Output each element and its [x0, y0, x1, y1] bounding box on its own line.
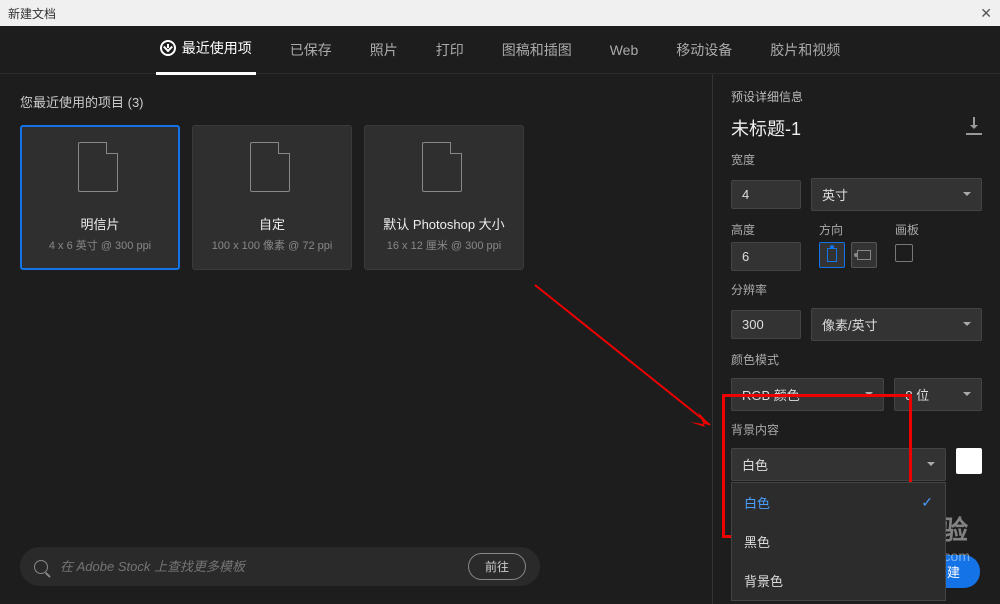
- tab-label: 打印: [436, 40, 464, 60]
- bg-color-swatch[interactable]: [956, 448, 982, 474]
- color-mode-select[interactable]: RGB 颜色: [731, 378, 884, 411]
- search-icon: [34, 560, 48, 574]
- tab-label: 已保存: [290, 40, 332, 60]
- tab-web[interactable]: Web: [606, 28, 643, 72]
- tab-print[interactable]: 打印: [432, 26, 468, 74]
- landscape-icon: [857, 250, 871, 260]
- background-dropdown: 白色✓ 黑色 背景色: [731, 482, 946, 601]
- preset-card-default[interactable]: 默认 Photoshop 大小 16 x 12 厘米 @ 300 ppi: [364, 125, 524, 270]
- search-input[interactable]: [60, 559, 456, 574]
- card-title: 默认 Photoshop 大小: [383, 214, 504, 233]
- tab-label: Web: [610, 42, 639, 58]
- tab-label: 胶片和视频: [770, 40, 840, 60]
- go-button[interactable]: 前往: [468, 553, 526, 580]
- orientation-portrait[interactable]: [819, 242, 845, 268]
- doc-icon: [78, 142, 122, 196]
- color-label: 颜色模式: [731, 351, 982, 368]
- chevron-down-icon: [963, 392, 971, 400]
- tab-photo[interactable]: 照片: [366, 26, 402, 74]
- tab-recent[interactable]: 最近使用项: [156, 24, 256, 75]
- recent-cards: 明信片 4 x 6 英寸 @ 300 ppi 自定 100 x 100 像素 @…: [20, 125, 692, 270]
- preset-card-custom[interactable]: 自定 100 x 100 像素 @ 72 ppi: [192, 125, 352, 270]
- recent-heading: 您最近使用的项目 (3): [20, 92, 692, 111]
- card-sub: 100 x 100 像素 @ 72 ppi: [212, 237, 333, 253]
- bg-option-black[interactable]: 黑色: [732, 522, 945, 561]
- preset-header: 预设详细信息: [731, 88, 982, 105]
- check-icon: ✓: [921, 494, 933, 511]
- orient-label: 方向: [819, 221, 877, 238]
- tab-label: 图稿和插图: [502, 40, 572, 60]
- bg-label: 背景内容: [731, 421, 982, 438]
- tab-saved[interactable]: 已保存: [286, 26, 336, 74]
- tab-art[interactable]: 图稿和插图: [498, 26, 576, 74]
- doc-icon: [422, 142, 466, 196]
- tab-label: 移动设备: [676, 40, 732, 60]
- titlebar: 新建文档 ✕: [0, 0, 1000, 26]
- tab-mobile[interactable]: 移动设备: [672, 26, 736, 74]
- bg-option-bgcolor[interactable]: 背景色: [732, 561, 945, 600]
- stock-search: 前往: [20, 547, 540, 586]
- resolution-input[interactable]: [731, 310, 801, 339]
- tabs: 最近使用项 已保存 照片 打印 图稿和插图 Web 移动设备 胶片和视频: [0, 26, 1000, 74]
- width-input[interactable]: [731, 180, 801, 209]
- width-unit-select[interactable]: 英寸: [811, 178, 982, 211]
- artboard-checkbox[interactable]: [895, 244, 913, 262]
- chevron-down-icon: [963, 192, 971, 200]
- left-panel: 您最近使用的项目 (3) 明信片 4 x 6 英寸 @ 300 ppi 自定 1…: [0, 74, 712, 604]
- card-title: 自定: [259, 214, 285, 233]
- doc-icon: [250, 142, 294, 196]
- res-label: 分辨率: [731, 281, 982, 298]
- height-input[interactable]: [731, 242, 801, 271]
- tab-label: 最近使用项: [182, 38, 252, 58]
- height-label: 高度: [731, 221, 801, 238]
- tab-label: 照片: [370, 40, 398, 60]
- chevron-down-icon: [865, 392, 873, 400]
- card-title: 明信片: [80, 214, 119, 233]
- artboard-label: 画板: [895, 221, 919, 238]
- card-sub: 16 x 12 厘米 @ 300 ppi: [387, 237, 502, 253]
- clock-icon: [160, 40, 176, 56]
- document-name[interactable]: 未标题-1: [731, 115, 801, 141]
- chevron-down-icon: [927, 462, 935, 470]
- close-icon[interactable]: ✕: [980, 5, 992, 22]
- chevron-down-icon: [963, 322, 971, 330]
- preset-card-postcard[interactable]: 明信片 4 x 6 英寸 @ 300 ppi: [20, 125, 180, 270]
- color-depth-select[interactable]: 8 位: [894, 378, 982, 411]
- card-sub: 4 x 6 英寸 @ 300 ppi: [49, 237, 151, 253]
- preset-panel: 预设详细信息 未标题-1 宽度 英寸 高度 方向 画板: [712, 74, 1000, 604]
- portrait-icon: [827, 248, 837, 262]
- resolution-unit-select[interactable]: 像素/英寸: [811, 308, 982, 341]
- background-select[interactable]: 白色: [731, 448, 946, 481]
- bg-option-white[interactable]: 白色✓: [732, 483, 945, 522]
- window-title: 新建文档: [8, 5, 980, 22]
- tab-film[interactable]: 胶片和视频: [766, 26, 844, 74]
- orientation-landscape[interactable]: [851, 242, 877, 268]
- width-label: 宽度: [731, 151, 982, 168]
- save-preset-icon[interactable]: [966, 121, 982, 135]
